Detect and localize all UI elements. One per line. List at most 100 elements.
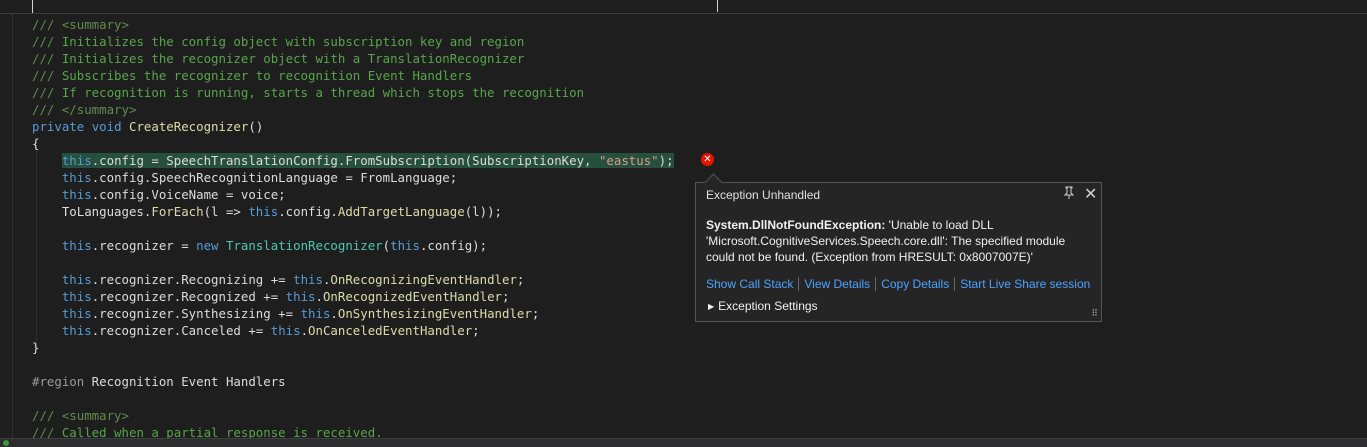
resize-grip-icon[interactable]: ⠿: [1091, 309, 1098, 318]
pin-icon[interactable]: [1063, 186, 1075, 202]
mouse-ibeam-cursor: [717, 0, 718, 12]
code-line[interactable]: /// Subscribes the recognizer to recogni…: [32, 67, 472, 84]
code-token: AddTargetLanguage: [337, 204, 465, 219]
code-token: .config.VoiceName = voice;: [91, 187, 286, 202]
code-token: .: [315, 289, 323, 304]
error-icon[interactable]: ✕: [701, 153, 714, 166]
code-token: .recognizer.Recognized +=: [91, 289, 286, 304]
code-token: ///: [32, 34, 62, 49]
popup-title: Exception Unhandled: [706, 188, 821, 202]
code-token: (): [248, 119, 264, 134]
code-token: ;: [516, 272, 525, 287]
code-line[interactable]: this.recognizer.Synthesizing += this.OnS…: [32, 305, 539, 322]
code-token: this: [285, 289, 316, 304]
exception-settings-toggle[interactable]: ▶ Exception Settings: [708, 299, 818, 313]
code-token: ///: [32, 408, 62, 423]
code-token: <summary>: [61, 408, 129, 423]
exception-type: System.DllNotFoundException:: [706, 218, 886, 232]
code-token: (l =>: [203, 204, 249, 219]
code-line[interactable]: /// <summary>: [32, 407, 129, 424]
code-token: }: [32, 340, 40, 355]
code-token: .config);: [419, 238, 488, 253]
start-live-share-link[interactable]: Start Live Share session: [960, 277, 1090, 291]
code-token: .: [330, 306, 338, 321]
link-separator: [954, 277, 956, 291]
code-token: ///: [32, 17, 62, 32]
code-token: TranslationRecognizer: [225, 238, 383, 253]
code-token: .config.: [278, 204, 338, 219]
code-line[interactable]: this.recognizer.Recognized += this.OnRec…: [32, 288, 510, 305]
code-token: </summary>: [61, 102, 137, 117]
code-token: this: [248, 204, 279, 219]
exception-popup: Exception Unhandled ✕ System.DllNotFound…: [695, 173, 1102, 322]
code-line[interactable]: {: [32, 135, 39, 152]
code-line[interactable]: /// If recognition is running, starts a …: [32, 84, 584, 101]
code-token: Recognition Event Handlers: [84, 374, 286, 389]
code-token: this: [61, 272, 92, 287]
code-token: this: [61, 187, 92, 202]
code-line[interactable]: /// <summary>: [32, 16, 129, 33]
code-token: void: [91, 119, 122, 134]
code-token: .recognizer.Synthesizing +=: [91, 306, 301, 321]
code-token: .recognizer.Recognizing +=: [91, 272, 294, 287]
code-token: (: [382, 238, 391, 253]
code-token: this: [61, 238, 92, 253]
code-token: .recognizer.Canceled +=: [91, 323, 271, 338]
status-ok-icon: [3, 440, 9, 446]
code-line[interactable]: this.recognizer.Canceled += this.OnCance…: [32, 322, 480, 339]
code-line[interactable]: this.recognizer.Recognizing += this.OnRe…: [32, 271, 525, 288]
code-token: OnCanceledEventHandler: [308, 323, 473, 338]
exception-settings-label: Exception Settings: [718, 299, 818, 313]
code-line[interactable]: this.config.VoiceName = voice;: [32, 186, 286, 203]
code-line[interactable]: this.recognizer = new TranslationRecogni…: [32, 237, 487, 254]
close-icon[interactable]: ✕: [1084, 184, 1097, 204]
code-token: this: [61, 289, 92, 304]
code-line[interactable]: this.config.SpeechRecognitionLanguage = …: [32, 169, 457, 186]
code-token: ///: [32, 425, 62, 438]
code-editor[interactable]: /// <summary>/// Initializes the config …: [0, 14, 1367, 438]
code-token: ///: [32, 51, 62, 66]
code-line[interactable]: #region Recognition Event Handlers: [32, 373, 286, 390]
code-token: ;: [531, 306, 540, 321]
code-line[interactable]: ToLanguages.ForEach(l => this.config.Add…: [32, 203, 502, 220]
editor-top-bar: [0, 0, 1367, 14]
popup-links: Show Call Stack View Details Copy Details S…: [706, 277, 1090, 291]
show-call-stack-link[interactable]: Show Call Stack: [706, 277, 793, 291]
code-token: this: [390, 238, 420, 253]
code-token: ;: [472, 323, 480, 338]
code-token: Initializes the recognizer object with a…: [61, 51, 525, 66]
code-token: ;: [502, 289, 510, 304]
code-token: .config.SpeechRecognitionLanguage = From…: [91, 170, 458, 185]
code-token: ///: [32, 68, 62, 83]
code-token: Initializes the config object with subsc…: [61, 34, 525, 49]
exception-message: System.DllNotFoundException: 'Unable to …: [706, 217, 1076, 265]
code-line[interactable]: }: [32, 339, 39, 356]
code-token: CreateRecognizer: [129, 119, 249, 134]
indent-guide: [12, 14, 13, 438]
code-line[interactable]: /// Called when a partial response is re…: [32, 424, 383, 438]
chevron-right-icon: ▶: [708, 302, 715, 311]
code-line[interactable]: private void CreateRecognizer(): [32, 118, 263, 135]
code-token: Subscribes the recognizer to recognition…: [61, 68, 473, 83]
code-line[interactable]: this.config = SpeechTranslationConfig.Fr…: [32, 152, 674, 169]
code-line[interactable]: /// Initializes the recognizer object wi…: [32, 50, 524, 67]
code-token: private: [32, 119, 85, 134]
code-line[interactable]: /// </summary>: [32, 101, 136, 118]
link-separator: [875, 277, 877, 291]
code-token: this: [61, 323, 92, 338]
code-token: this: [61, 306, 92, 321]
view-details-link[interactable]: View Details: [804, 277, 870, 291]
code-token: #region: [32, 374, 85, 389]
code-token: .: [300, 323, 309, 338]
code-line[interactable]: /// Initializes the config object with s…: [32, 33, 524, 50]
copy-details-link[interactable]: Copy Details: [881, 277, 949, 291]
